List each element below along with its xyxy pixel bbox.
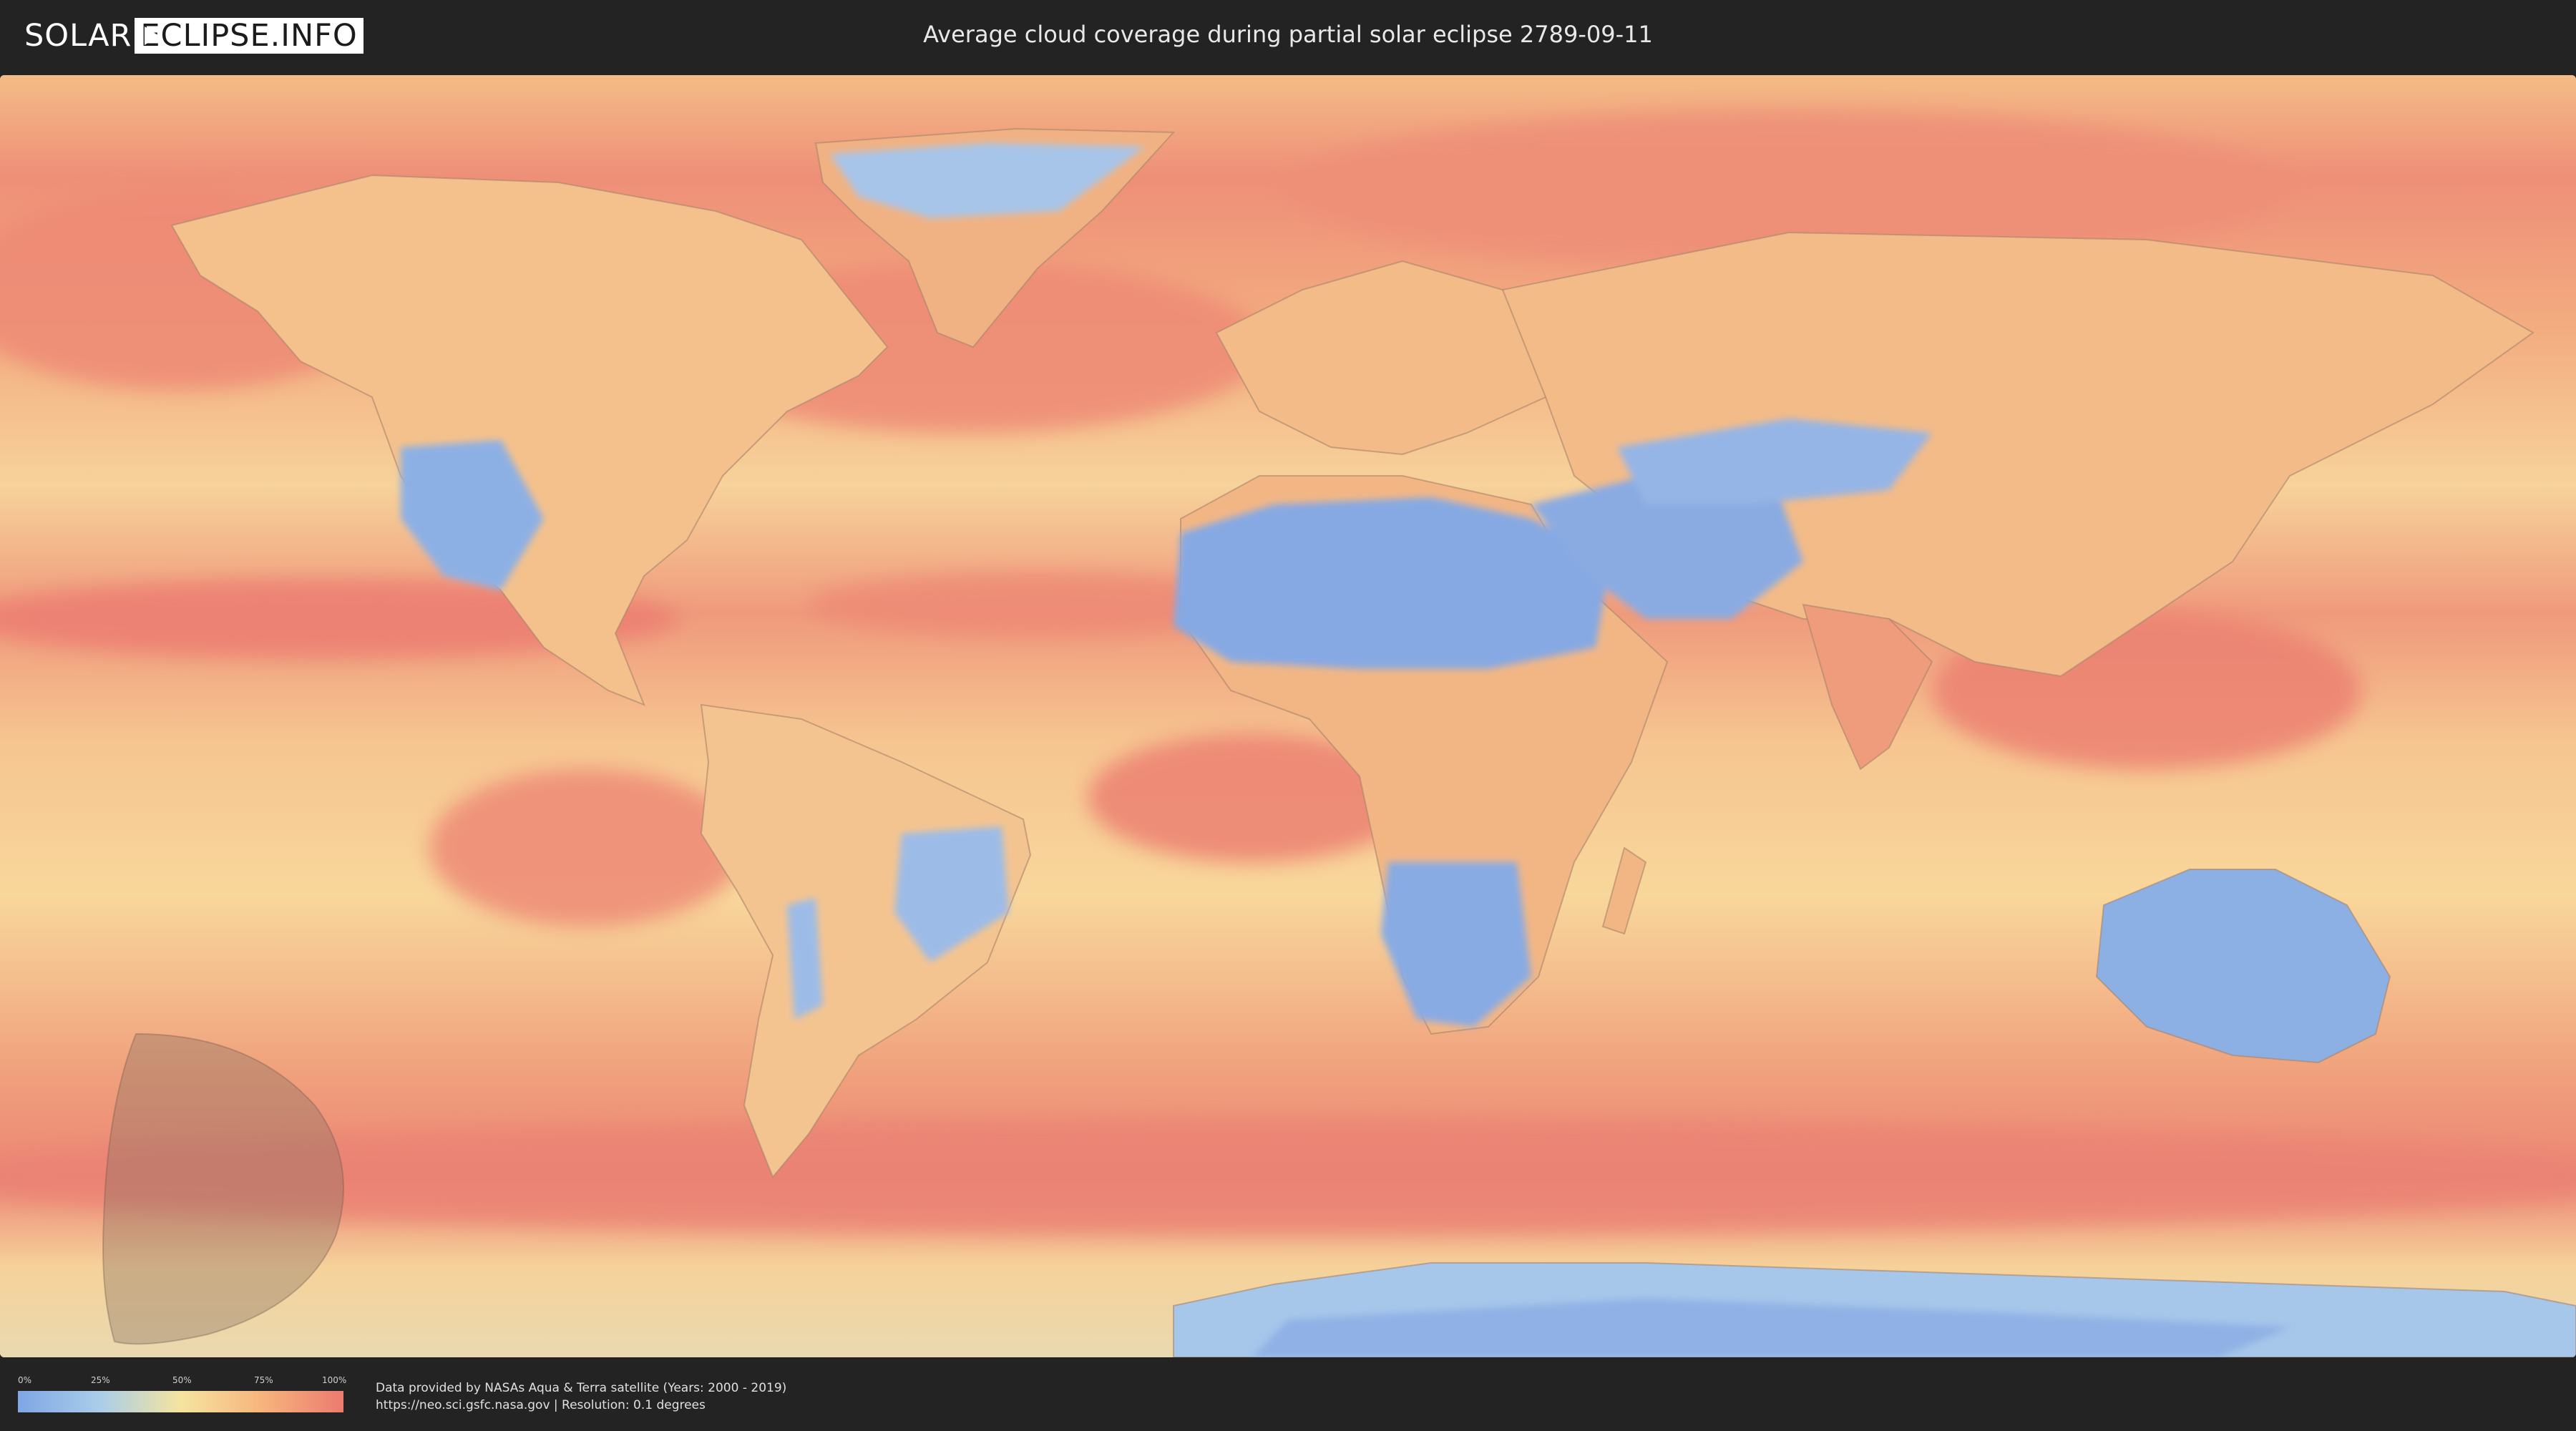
cloud-coverage-legend: 0% 25% 50% 75% 100%: [18, 1375, 347, 1412]
legend-tick-25: 25%: [91, 1375, 110, 1385]
legend-tick-75: 75%: [254, 1375, 273, 1385]
legend-color-scale: [18, 1391, 343, 1412]
southern-ocean-band: [0, 1120, 2576, 1234]
footer-bar: 0% 25% 50% 75% 100% Data provided by NAS…: [0, 1359, 2576, 1431]
page-title: Average cloud coverage during partial so…: [923, 21, 1653, 48]
legend-tick-0: 0%: [18, 1375, 32, 1385]
cloud-coverage-map[interactable]: [0, 75, 2576, 1357]
top-bar: SOLAR ECLIPSE.INFO Average cloud coverag…: [0, 0, 2576, 73]
data-credits: Data provided by NASAs Aqua & Terra sate…: [376, 1379, 786, 1414]
legend-tick-50: 50%: [172, 1375, 192, 1385]
credit-source: Data provided by NASAs Aqua & Terra sate…: [376, 1381, 787, 1395]
credit-url[interactable]: https://neo.sci.gsfc.nasa.gov | Resoluti…: [376, 1397, 786, 1414]
legend-tick-100: 100%: [322, 1375, 347, 1385]
southeast-pacific-stratus: [429, 769, 744, 927]
world-map[interactable]: [0, 75, 2576, 1357]
